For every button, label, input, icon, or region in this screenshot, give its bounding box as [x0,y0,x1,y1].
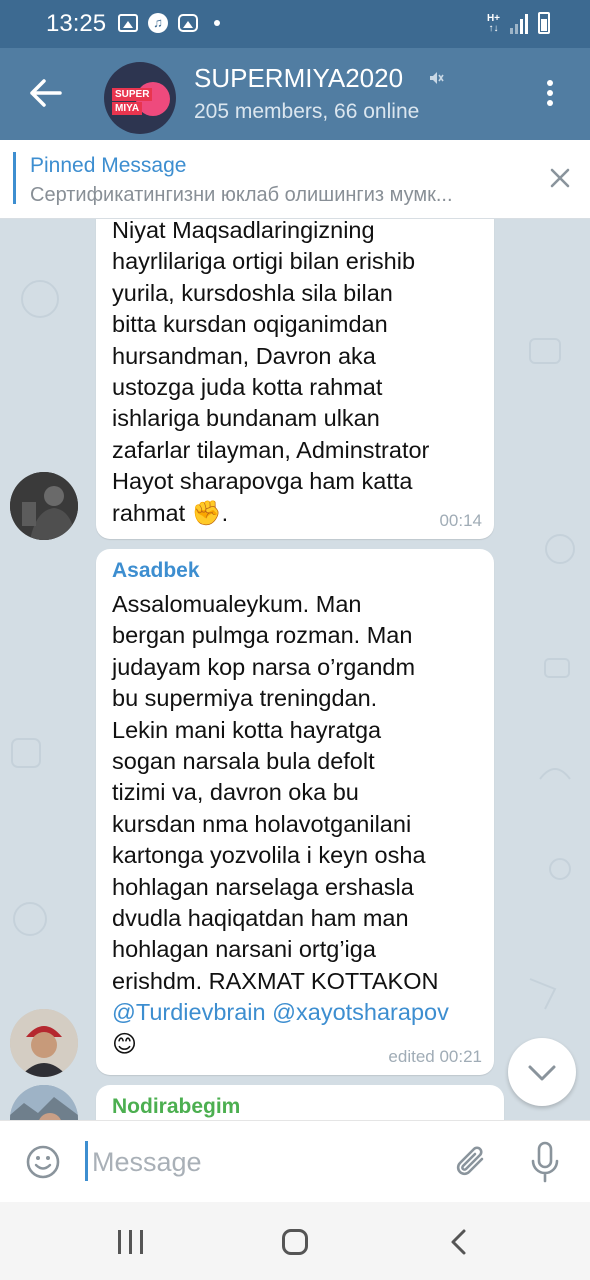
muted-icon [430,72,444,84]
pinned-title: Pinned Message [30,154,187,177]
message-line: Hayot sharapovga ham katta [112,468,413,495]
status-time: 13:25 [46,10,107,37]
message-bubble[interactable]: Niyat Maqsadlaringizning hayrlilariga or… [96,219,494,539]
pinned-accent-bar [13,152,16,204]
message-line: Assalomualeykum. Man [112,591,362,617]
message-line: hohlagan narselaga ershasla [112,873,414,900]
message-line: hayrlilariga ortigi bilan erishib [112,248,416,275]
network-indicator: H+ ↑↓ [487,14,500,34]
message-time: 00:14 [439,511,482,530]
message-time: edited 00:21 [388,1047,482,1066]
message-line: hohlagan narsani ortg’iga [112,936,376,963]
battery-icon [538,12,550,34]
signal-icon [510,14,528,34]
fist-emoji: ✊ [191,499,222,527]
close-icon[interactable] [548,166,572,190]
recent-apps-icon[interactable] [118,1230,144,1254]
network-arrows: ↑↓ [488,23,499,34]
message-line: kartonga yozvolila i keyn osha [112,842,426,869]
message-line: rahmat ✊. [112,498,478,529]
text-caret [85,1141,88,1181]
message-line: ishlariga bundanam ulkan [112,405,380,432]
back-arrow-icon[interactable] [28,78,64,108]
status-right-icons: H+ ↑↓ [487,12,550,34]
message-text: Assalomualeykum. Man bergan pulmga rozma… [112,589,478,1060]
group-subtitle: 205 members, 66 online [194,100,420,123]
message-input-bar [0,1120,590,1203]
status-icons: ♫ [118,13,220,33]
tiktok-icon: ♫ [148,13,168,33]
pinned-message-bar[interactable]: Pinned Message Сертификатингизни юклаб о… [0,140,590,219]
pinned-text: Сертификатингизни юклаб олишингиз мумк..… [30,184,453,206]
notification-dot [214,20,220,26]
home-icon[interactable] [282,1229,308,1255]
gallery-icon [118,14,138,32]
message-line: zafarlar tilayman, Adminstrator [112,436,430,463]
message-author[interactable]: Asadbek [112,559,478,583]
system-nav-bar [0,1202,590,1280]
group-title[interactable]: SUPERMIYA2020 [194,63,403,94]
message-word: rahmat [112,499,186,526]
scroll-down-button[interactable] [508,1038,576,1106]
instagram-icon [178,14,198,32]
message-line: sogan narsala bula defolt [112,748,375,775]
message-text: Niyat Maqsadlaringizning hayrlilariga or… [112,219,478,529]
message-line: yurila, kursdoshla sila bilan [112,279,393,306]
chat-area[interactable]: Niyat Maqsadlaringizning hayrlilariga or… [0,219,590,1120]
message-line: bergan pulmga rozman. Man [112,622,413,649]
message-line: ustozga juda kotta rahmat [112,374,383,401]
message-line: judayam kop narsa o’rgandm [112,653,416,680]
emoji-icon[interactable] [26,1145,60,1179]
chat-header: SUPER MIYA SUPERMIYA2020 205 members, 66… [0,48,590,140]
back-nav-icon[interactable] [448,1228,470,1256]
status-bar: 13:25 ♫ H+ ↑↓ [0,0,590,48]
message-line: Niyat Maqsadlaringizning [112,219,375,243]
more-menu-icon[interactable] [542,78,558,108]
avatar-label-1: SUPER [112,88,153,101]
attach-icon[interactable] [454,1143,490,1181]
mention-link[interactable]: @xayotsharapov [272,999,449,1025]
group-avatar[interactable]: SUPER MIYA [104,62,176,134]
microphone-icon[interactable] [530,1141,560,1183]
message-line: tizimi va, davron oka bu [112,779,359,806]
avatar-label-2: MIYA [112,102,143,115]
avatar[interactable] [10,1009,78,1077]
message-bubble[interactable]: Nodirabegim [96,1085,504,1120]
message-line: erishdm. RAXMAT KOTTAKON [112,967,439,994]
message-line: bitta kursdan oqiganimdan [112,311,388,338]
message-author[interactable]: Nodirabegim [112,1095,488,1119]
message-bubble[interactable]: Asadbek Assalomualeykum. Man bergan pulm… [96,549,494,1075]
message-line: Lekin mani kotta hayratga [112,716,382,743]
mention-link[interactable]: @Turdievbrain [112,999,266,1025]
avatar[interactable] [10,472,78,540]
message-line: kursdan nma holavotganilani [112,810,412,837]
message-line: @Turdievbrain @xayotsharapov [112,997,478,1028]
message-input[interactable] [90,1141,434,1183]
chevron-down-icon [528,1065,556,1081]
message-line: bu supermiya treningdan. [112,685,378,712]
message-line: dvudla haqiqatdan ham man [112,905,409,932]
message-line: hursandman, Davron aka [112,342,376,369]
message-punct: . [221,499,229,526]
